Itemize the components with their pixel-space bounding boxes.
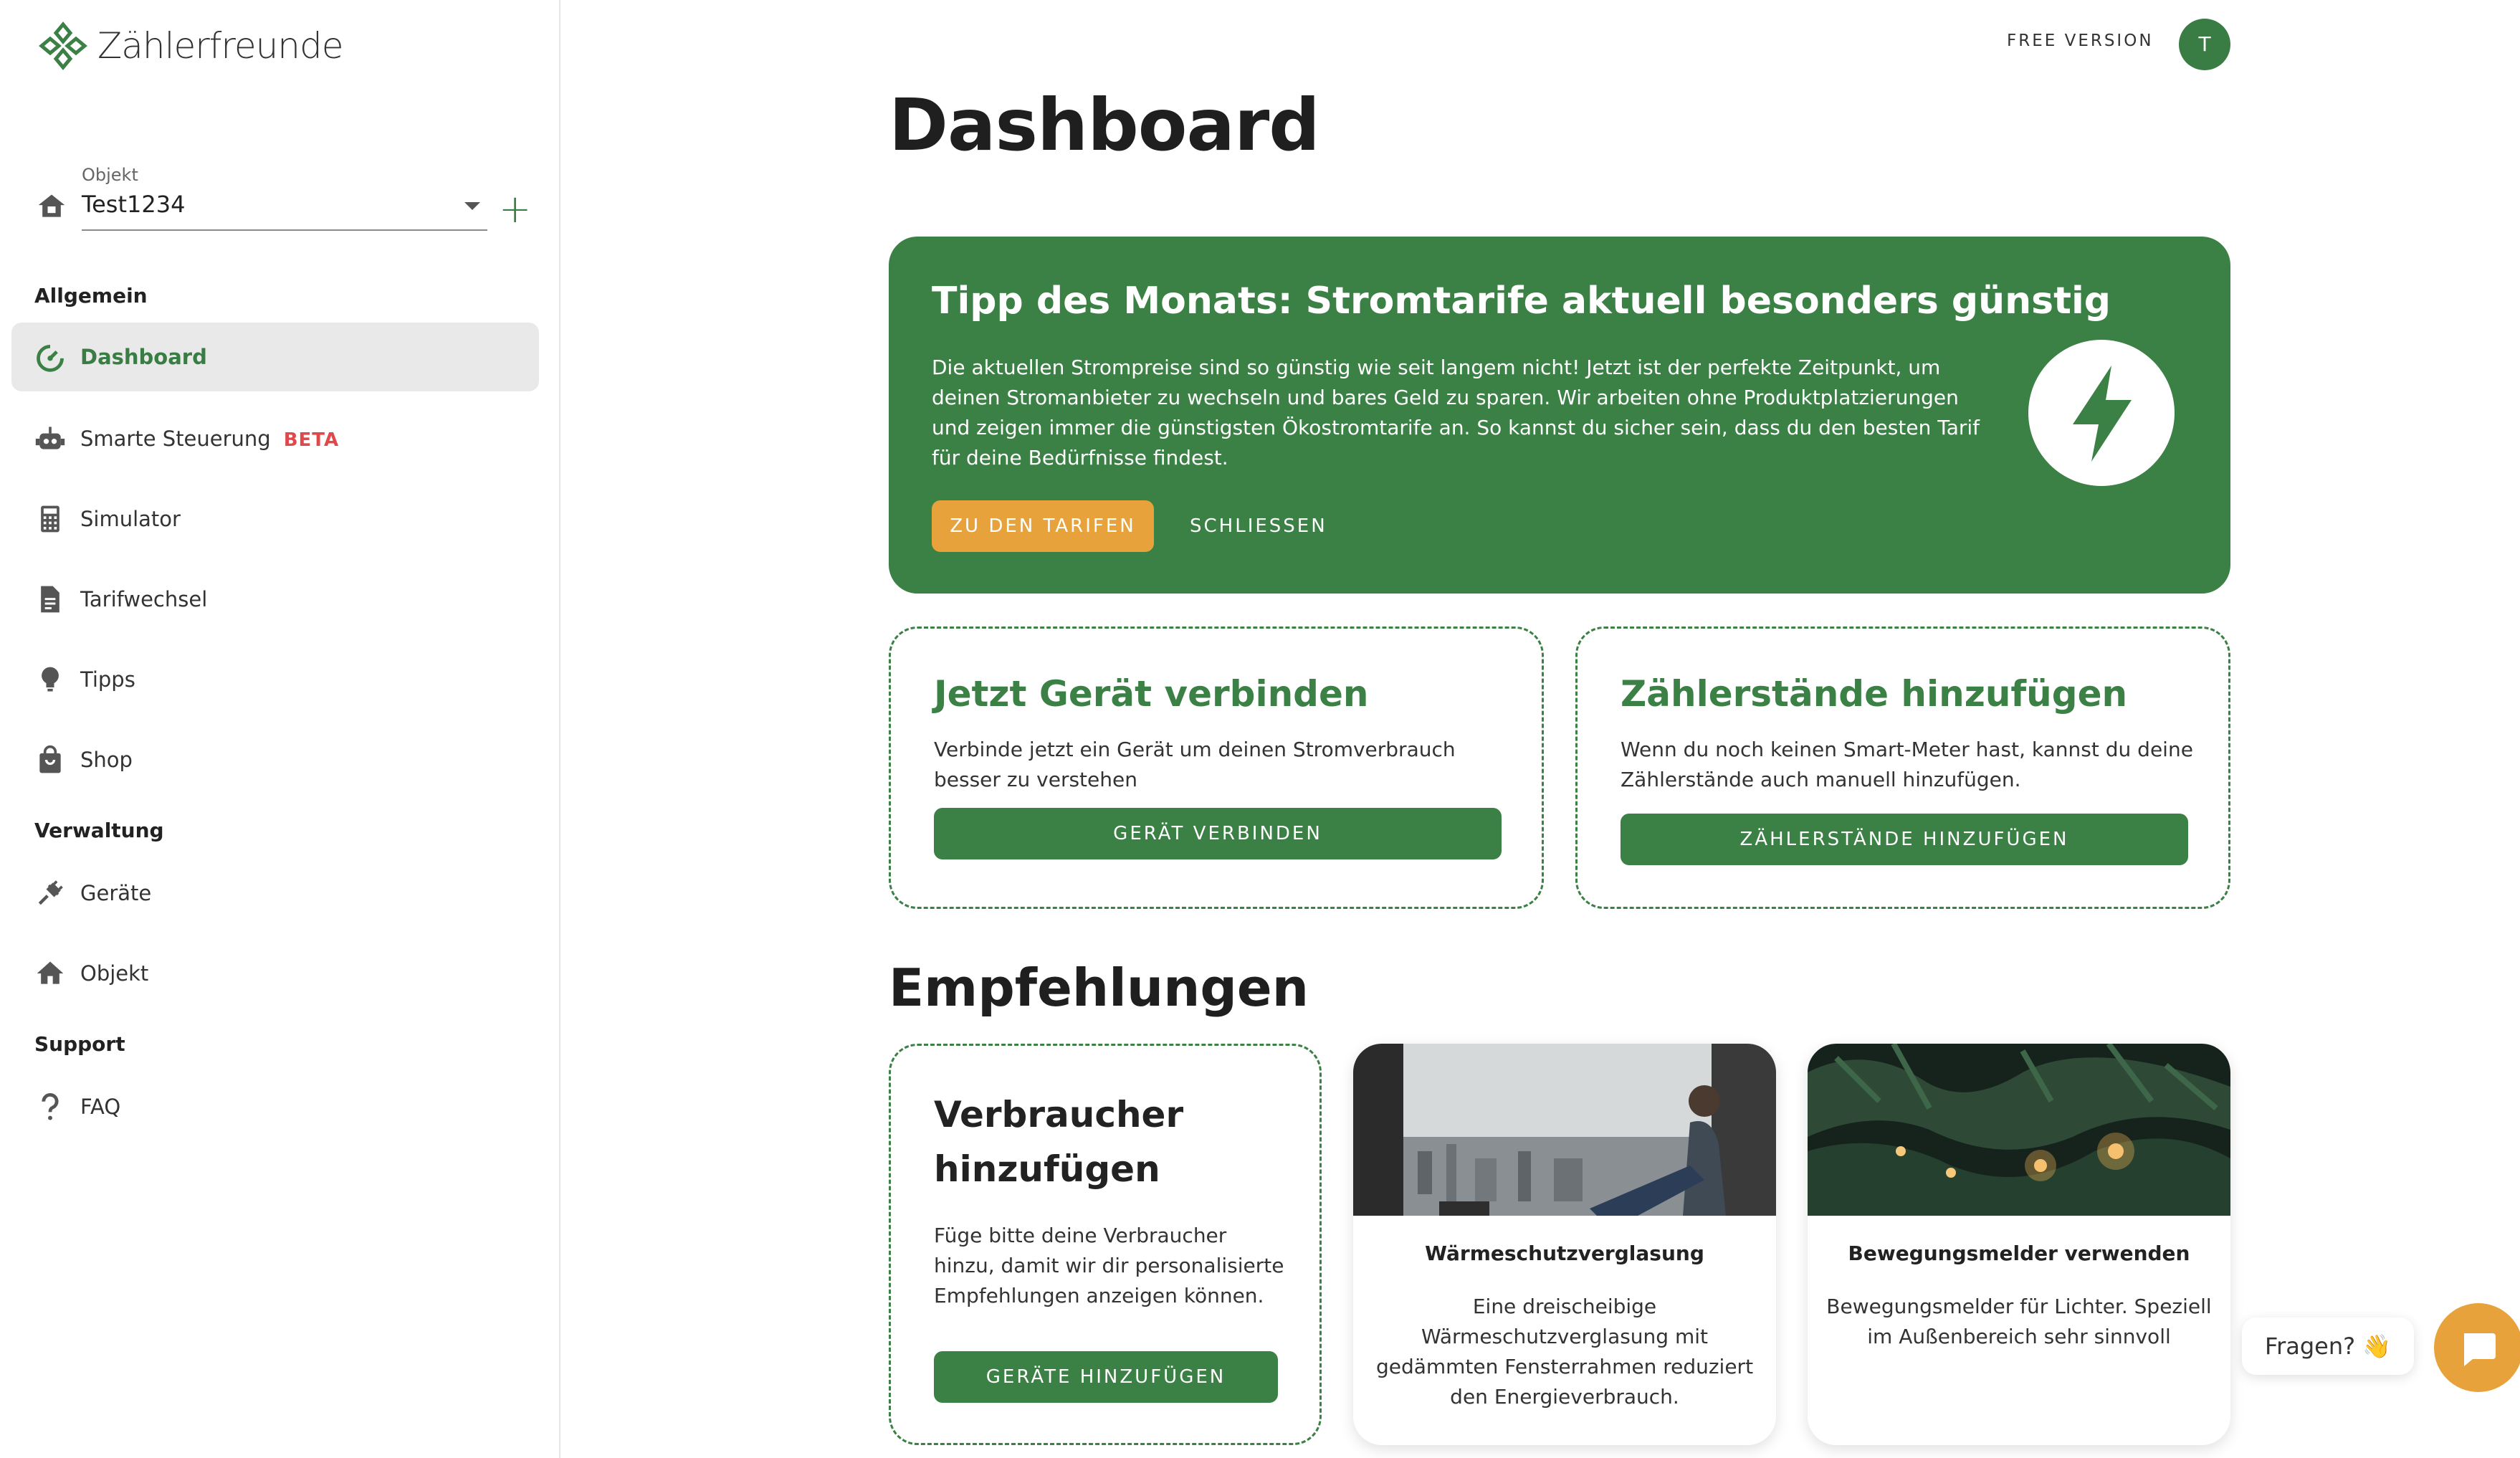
question-icon (42, 1092, 59, 1120)
calculator-icon (41, 505, 59, 533)
dropdown-caret-icon (464, 202, 480, 210)
add-readings-button[interactable]: ZÄHLERSTÄNDE HINZUFÜGEN (1621, 814, 2188, 865)
add-consumers-title: Verbraucher hinzufügen (934, 1094, 1184, 1190)
tip-title: Tipp des Monats: Stromtarife aktuell bes… (932, 280, 2111, 323)
recommendation-text: Bewegungsmelder für Lichter. Speziell im… (1826, 1295, 2212, 1348)
recommendation-title: Wärmeschutzverglasung (1425, 1242, 1704, 1265)
add-object-button[interactable]: + (499, 190, 531, 229)
object-select-label: Objekt (82, 165, 138, 185)
connect-device-title: Jetzt Gerät verbinden (934, 673, 1369, 715)
connect-device-text: Verbinde jetzt ein Gerät um deinen Strom… (934, 738, 1456, 791)
chat-button[interactable] (2434, 1303, 2520, 1392)
plan-badge[interactable]: FREE VERSION (2007, 32, 2154, 50)
sidebar-item-label: Shop (80, 748, 133, 772)
home-icon (37, 961, 64, 984)
speedometer-icon (37, 344, 64, 372)
beta-badge: BETA (283, 429, 340, 451)
recommendations-title: Empfehlungen (889, 958, 1309, 1018)
add-readings-title: Zählerstände hinzufügen (1621, 673, 2128, 715)
sidebar-item-label: Geräte (80, 881, 152, 905)
lights-photo (1808, 1044, 2230, 1216)
sidebar-item-smart-control[interactable]: Smarte Steuerung BETA (11, 404, 539, 473)
object-select-value: Test1234 (82, 191, 186, 218)
sidebar-item-label: FAQ (80, 1095, 121, 1119)
sidebar-item-tariff-change[interactable]: Tarifwechsel (11, 565, 539, 634)
sidebar-item-simulator[interactable]: Simulator (11, 485, 539, 553)
clover-logo-icon (39, 22, 87, 70)
chat-prompt-bubble[interactable]: Fragen? 👋 (2242, 1318, 2414, 1375)
sidebar-item-label: Simulator (80, 507, 181, 531)
to-tariffs-button[interactable]: ZU DEN TARIFEN (932, 500, 1154, 552)
tip-of-month-banner: Tipp des Monats: Stromtarife aktuell bes… (889, 237, 2230, 594)
recommendation-title: Bewegungsmelder verwenden (1848, 1242, 2190, 1265)
add-consumers-button[interactable]: GERÄTE HINZUFÜGEN (934, 1351, 1278, 1403)
recommendation-card-motion-sensor[interactable]: Bewegungsmelder verwenden Bewegungsmelde… (1808, 1044, 2230, 1445)
add-consumers-text: Füge bitte deine Verbraucher hinzu, dami… (934, 1224, 1284, 1307)
recommendation-card-glazing[interactable]: Wärmeschutzverglasung Eine dreischeibige… (1353, 1044, 1776, 1445)
home-lock-icon (38, 194, 65, 217)
lightbulb-icon (42, 667, 59, 692)
sidebar: Zählerfreunde Objekt Test1234 + Allgemei… (0, 0, 560, 1458)
sidebar-item-shop[interactable]: Shop (11, 725, 539, 794)
sidebar-item-label: Dashboard (80, 345, 207, 369)
connect-device-button[interactable]: GERÄT VERBINDEN (934, 808, 1502, 859)
section-title-general: Allgemein (34, 284, 148, 308)
close-tip-button[interactable]: SCHLIESSEN (1190, 500, 1327, 552)
tip-text: Die aktuellen Strompreise sind so günsti… (932, 356, 1980, 470)
avatar[interactable]: T (2179, 19, 2230, 70)
window-photo (1353, 1044, 1776, 1216)
sidebar-item-tips[interactable]: Tipps (11, 645, 539, 714)
sidebar-item-devices[interactable]: Geräte (11, 859, 539, 928)
sidebar-item-label: Smarte Steuerung (80, 427, 271, 451)
sidebar-item-label: Objekt (80, 961, 149, 986)
add-readings-card: Zählerstände hinzufügen Wenn du noch kei… (1575, 626, 2230, 909)
chat-icon (2464, 1333, 2496, 1366)
sidebar-item-faq[interactable]: FAQ (11, 1072, 539, 1141)
add-readings-text: Wenn du noch keinen Smart-Meter hast, ka… (1621, 738, 2193, 791)
app-name: Zählerfreunde (97, 25, 343, 67)
lightning-icon (2028, 340, 2175, 486)
page-title: Dashboard (889, 83, 1320, 167)
robot-icon (35, 427, 65, 449)
object-select[interactable]: Test1234 (82, 188, 487, 231)
plug-icon (38, 880, 63, 905)
sidebar-item-object[interactable]: Objekt (11, 939, 539, 1008)
recommendation-text: Eine dreischeibige Wärmeschutzverglasung… (1375, 1295, 1754, 1409)
sidebar-item-label: Tarifwechsel (80, 587, 208, 611)
logo[interactable]: Zählerfreunde (34, 17, 343, 75)
add-consumers-card: Verbraucher hinzufügen Füge bitte deine … (889, 1044, 1322, 1445)
section-title-support: Support (34, 1032, 125, 1056)
section-title-management: Verwaltung (34, 819, 164, 842)
sidebar-item-dashboard[interactable]: Dashboard (11, 323, 539, 391)
document-icon (41, 586, 59, 613)
connect-device-card: Jetzt Gerät verbinden Verbinde jetzt ein… (889, 626, 1544, 909)
shopping-bag-icon (39, 745, 61, 773)
sidebar-item-label: Tipps (80, 667, 135, 692)
